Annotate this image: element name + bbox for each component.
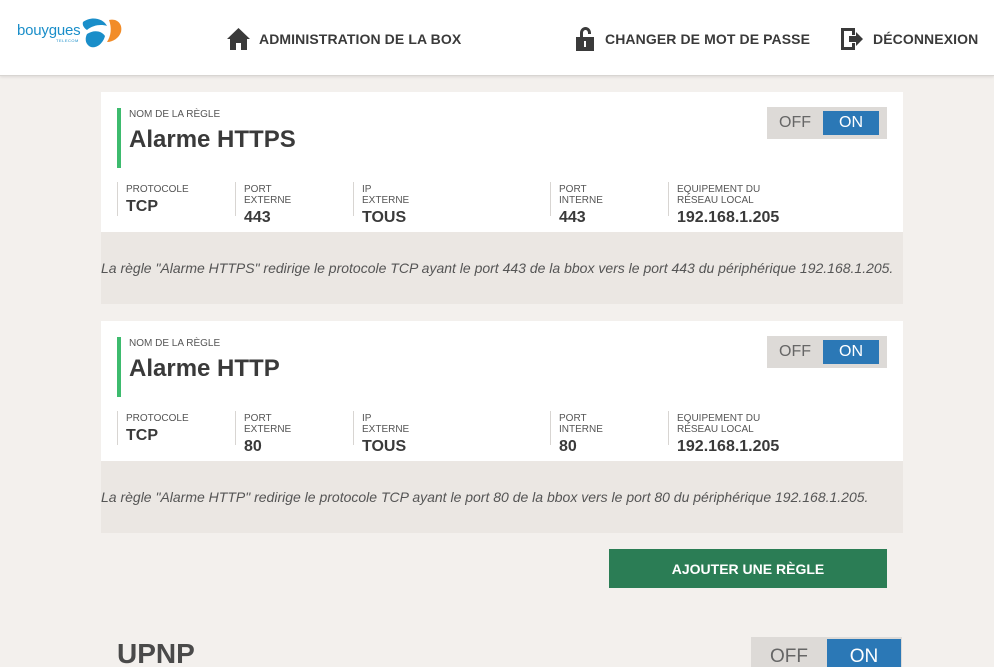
field-external-ip: IP EXTERNE TOUS [353, 411, 410, 455]
field-external-ip-label: IP EXTERNE [362, 184, 410, 206]
nav-change-password-label: CHANGER DE MOT DE PASSE [605, 31, 811, 47]
logo-mark-icon [82, 18, 122, 48]
field-internal-port-label: PORT INTERNE [559, 184, 603, 206]
field-internal-port-label: PORT INTERNE [559, 413, 603, 435]
nav-logout-link[interactable]: DÉCONNEXION [840, 22, 978, 56]
field-internal-port-value: 443 [559, 209, 586, 226]
toggle-off-option[interactable]: OFF [767, 343, 823, 361]
logo-subtitle: TELECOM [56, 38, 79, 43]
nav-logout-label: DÉCONNEXION [873, 31, 979, 47]
bouygues-logo[interactable]: bouygues TELECOM [17, 16, 122, 52]
logo-text: bouygues [17, 22, 81, 39]
field-external-port-value: 80 [244, 438, 262, 455]
field-external-ip-value: TOUS [362, 438, 407, 455]
nav-admin-link[interactable]: ADMINISTRATION DE LA BOX [226, 22, 461, 56]
rule-toggle[interactable]: OFF ON [767, 107, 887, 139]
field-local-device-value: 192.168.1.205 [677, 438, 780, 455]
toggle-on-option[interactable]: ON [827, 639, 901, 667]
field-external-port-label: PORT EXTERNE [244, 413, 292, 435]
rule-toggle[interactable]: OFF ON [767, 336, 887, 368]
field-local-device-value: 192.168.1.205 [677, 209, 780, 226]
field-protocol-label: PROTOCOLE [126, 413, 189, 424]
field-external-ip-value: TOUS [362, 209, 407, 226]
add-rule-button[interactable]: AJOUTER UNE RÈGLE [609, 549, 887, 588]
field-protocol-value: TCP [126, 427, 158, 444]
rule-card: NOM DE LA RÈGLE Alarme HTTP OFF ON PROTO… [101, 321, 903, 533]
rule-description-text: La règle "Alarme HTTP" redirige le proto… [101, 489, 869, 505]
upnp-section-title: UPNP [117, 638, 195, 667]
toggle-off-option[interactable]: OFF [767, 114, 823, 132]
home-icon [227, 28, 250, 50]
rule-accent-bar [117, 337, 121, 397]
toggle-on-option[interactable]: ON [823, 111, 879, 135]
field-protocol-value: TCP [126, 198, 158, 215]
field-internal-port: PORT INTERNE 80 [550, 411, 603, 455]
rule-description: La règle "Alarme HTTPS" redirige le prot… [101, 232, 903, 304]
field-local-device-label: EQUIPEMENT DU RÉSEAU LOCAL [677, 413, 761, 435]
field-external-port-label: PORT EXTERNE [244, 184, 292, 206]
toggle-off-option[interactable]: OFF [751, 646, 827, 667]
rule-name-label: NOM DE LA RÈGLE [129, 338, 221, 349]
field-external-port-value: 443 [244, 209, 271, 226]
rule-card: NOM DE LA RÈGLE Alarme HTTPS OFF ON PROT… [101, 92, 903, 304]
field-protocol-label: PROTOCOLE [126, 184, 189, 195]
upnp-toggle[interactable]: OFF ON [751, 637, 902, 667]
field-external-port: PORT EXTERNE 443 [235, 182, 292, 226]
rule-name: Alarme HTTPS [129, 126, 296, 153]
nav-change-password-link[interactable]: CHANGER DE MOT DE PASSE [575, 22, 810, 56]
field-internal-port: PORT INTERNE 443 [550, 182, 603, 226]
field-protocol: PROTOCOLE TCP [117, 411, 189, 445]
top-header: bouygues TELECOM ADMINISTRATION DE LA BO… [0, 0, 994, 76]
field-local-device-label: EQUIPEMENT DU RÉSEAU LOCAL [677, 184, 761, 206]
rule-accent-bar [117, 108, 121, 168]
field-external-ip: IP EXTERNE TOUS [353, 182, 410, 226]
rule-card-body: NOM DE LA RÈGLE Alarme HTTP OFF ON PROTO… [101, 321, 903, 461]
field-local-device: EQUIPEMENT DU RÉSEAU LOCAL 192.168.1.205 [668, 411, 779, 455]
lock-icon [576, 27, 594, 51]
rule-description-text: La règle "Alarme HTTPS" redirige le prot… [101, 260, 894, 276]
rule-name-label: NOM DE LA RÈGLE [129, 109, 221, 120]
rule-name: Alarme HTTP [129, 355, 280, 382]
logout-icon [841, 28, 863, 50]
field-external-ip-label: IP EXTERNE [362, 413, 410, 435]
nav-admin-label: ADMINISTRATION DE LA BOX [259, 31, 462, 47]
field-external-port: PORT EXTERNE 80 [235, 411, 292, 455]
field-internal-port-value: 80 [559, 438, 577, 455]
rule-card-body: NOM DE LA RÈGLE Alarme HTTPS OFF ON PROT… [101, 92, 903, 232]
field-protocol: PROTOCOLE TCP [117, 182, 189, 216]
rule-description: La règle "Alarme HTTP" redirige le proto… [101, 461, 903, 533]
field-local-device: EQUIPEMENT DU RÉSEAU LOCAL 192.168.1.205 [668, 182, 779, 226]
toggle-on-option[interactable]: ON [823, 340, 879, 364]
